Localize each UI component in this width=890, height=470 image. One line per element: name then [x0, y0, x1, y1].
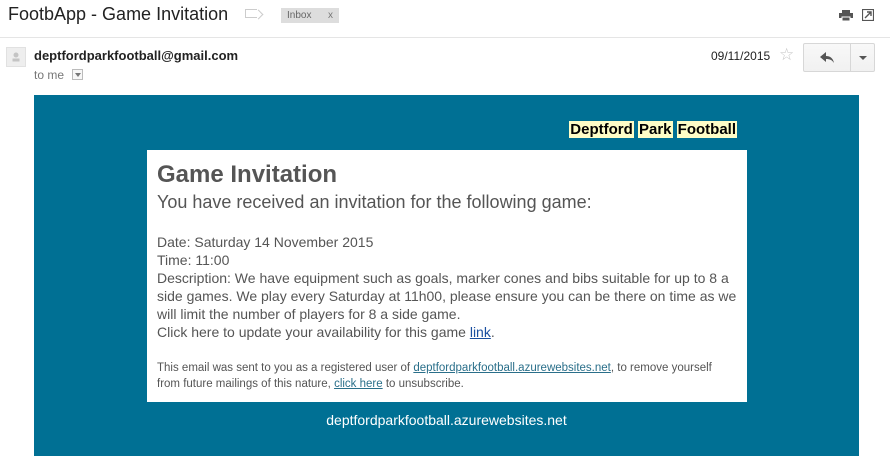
invitation-details: Date: Saturday 14 November 2015 Time: 11… — [157, 233, 737, 341]
unsubscribe-notice: This email was sent to you as a register… — [157, 360, 717, 392]
brand-title: Deptford Park Football — [569, 121, 737, 138]
game-description: Description: We have equipment such as g… — [157, 270, 737, 322]
message-date: 09/11/2015 — [711, 49, 771, 63]
inbox-label-chip[interactable]: Inbox x — [281, 8, 339, 23]
game-time: Time: 11:00 — [157, 252, 230, 268]
label-tag-icon[interactable] — [245, 9, 257, 18]
person-icon — [12, 52, 20, 62]
email-body-frame: Deptford Park Football Game Invitation Y… — [34, 95, 859, 456]
unsubscribe-link[interactable]: click here — [334, 378, 383, 390]
update-availability-end: . — [490, 324, 495, 340]
recipient-label: to me — [34, 68, 65, 82]
update-availability-link[interactable]: link — [470, 324, 491, 340]
show-details-dropdown[interactable] — [72, 69, 83, 80]
reply-button[interactable] — [803, 43, 851, 72]
brand-word: Park — [637, 121, 673, 138]
notice-text: to unsubscribe. — [382, 378, 464, 390]
update-availability-text: Click here to update your availability f… — [157, 324, 470, 340]
subject-bar: FootbApp - Game Invitation Inbox x — [0, 0, 890, 34]
star-icon[interactable]: ☆ — [779, 45, 794, 65]
notice-text: This email was sent to you as a register… — [157, 362, 414, 374]
header-divider — [0, 37, 890, 38]
brand-word: Football — [676, 121, 737, 138]
email-subject: FootbApp - Game Invitation — [8, 4, 229, 24]
site-url-footer: deptfordparkfootball.azurewebsites.net — [326, 412, 567, 428]
game-date: Date: Saturday 14 November 2015 — [157, 234, 374, 250]
remove-label-button[interactable]: x — [328, 8, 333, 23]
sender-address[interactable]: deptfordparkfootball@gmail.com — [34, 48, 238, 63]
invitation-title: Game Invitation — [157, 161, 338, 188]
site-link[interactable]: deptfordparkfootball.azurewebsites.net — [413, 362, 611, 374]
more-actions-button[interactable] — [850, 43, 875, 72]
new-window-icon[interactable] — [862, 9, 874, 21]
brand-word: Deptford — [569, 121, 634, 138]
invitation-subtitle: You have received an invitation for the … — [157, 192, 592, 212]
update-availability-line: Click here to update your availability f… — [157, 323, 737, 341]
reply-arrow-icon — [820, 52, 834, 63]
sender-avatar — [6, 47, 26, 67]
invitation-card: Game Invitation You have received an inv… — [147, 150, 747, 402]
inbox-label-text: Inbox — [287, 10, 312, 21]
print-icon[interactable] — [839, 10, 853, 21]
